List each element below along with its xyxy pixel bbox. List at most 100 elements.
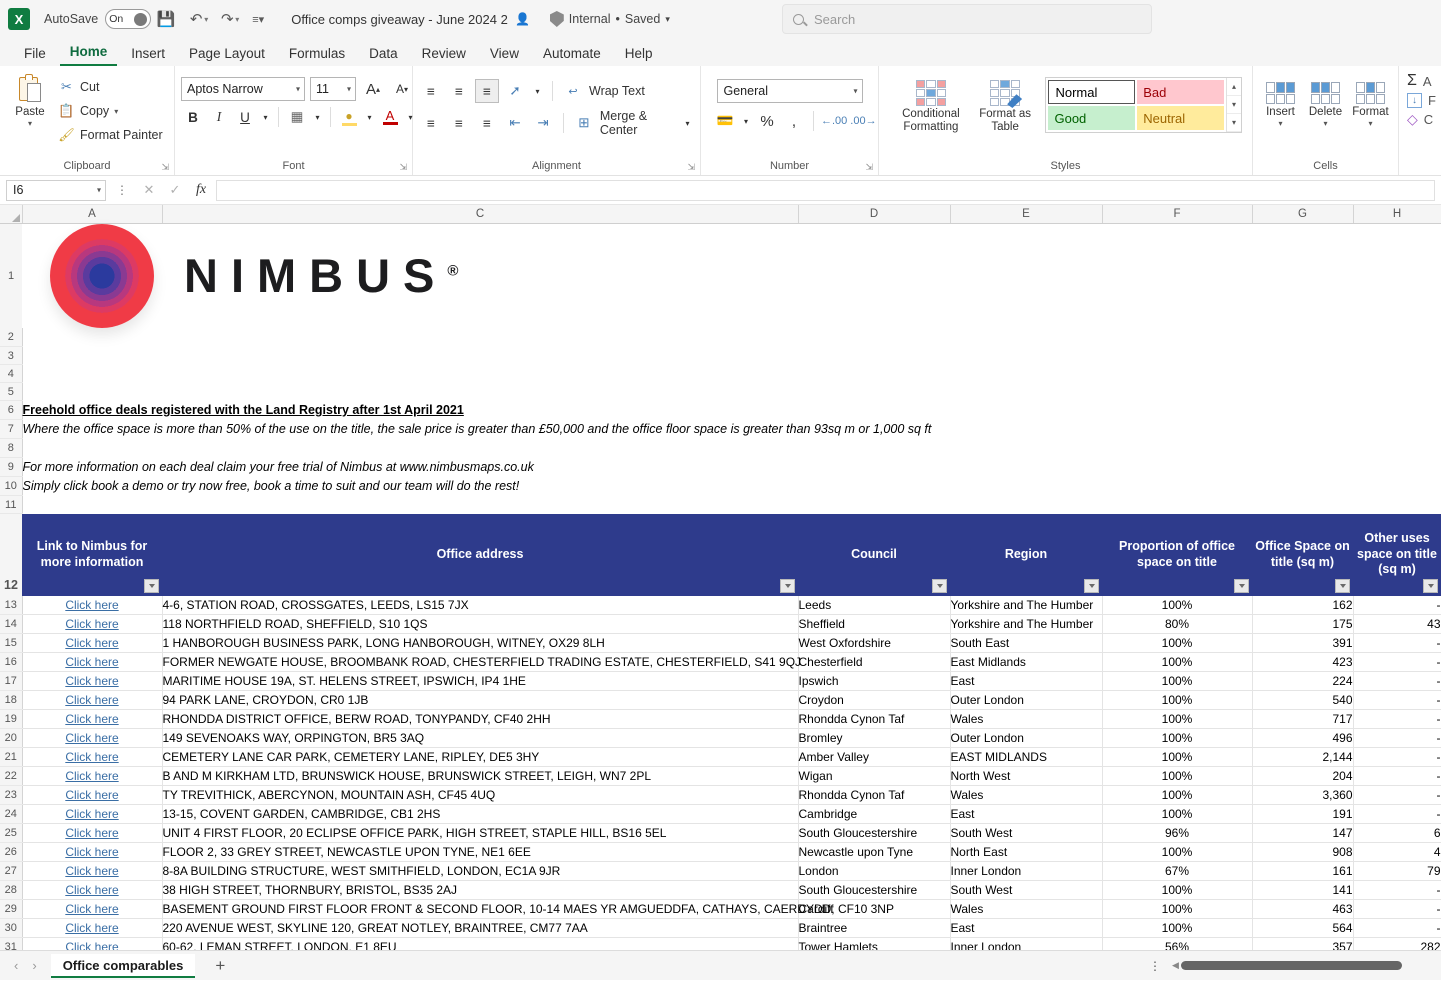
align-center-icon[interactable]: ≡ [447, 111, 471, 135]
cell-region[interactable]: Outer London [950, 728, 1103, 748]
tab-automate[interactable]: Automate [533, 43, 611, 66]
cell-proportion[interactable]: 100% [1102, 842, 1253, 862]
filter-button-council[interactable] [932, 578, 947, 593]
cell-proportion[interactable]: 100% [1102, 652, 1253, 672]
cell-region[interactable]: South East [950, 633, 1103, 653]
decrease-font-size-icon[interactable]: A ▾ [390, 77, 414, 101]
cell-other-uses[interactable]: - [1353, 899, 1441, 919]
borders-chevron-down-icon[interactable]: ▾ [311, 105, 324, 129]
styles-scroll-up-icon[interactable]: ▴ [1227, 78, 1241, 96]
cell-link[interactable]: Click here [22, 785, 163, 805]
table-header-office-space[interactable]: Office Space on title (sq m) [1252, 513, 1353, 596]
accounting-chevron-down-icon[interactable]: ▾ [740, 109, 752, 133]
click-here-link[interactable]: Click here [65, 750, 118, 764]
cell-office-space[interactable]: 908 [1252, 842, 1354, 862]
cell-proportion[interactable]: 100% [1102, 633, 1253, 653]
row-header-12[interactable]: 12 [0, 513, 22, 596]
increase-indent-icon[interactable]: ⇥ [531, 111, 555, 135]
cell-address[interactable]: MARITIME HOUSE 19A, ST. HELENS STREET, I… [162, 671, 799, 691]
cell-address[interactable]: FLOOR 2, 33 GREY STREET, NEWCASTLE UPON … [162, 842, 799, 862]
cell-region[interactable]: Outer London [950, 690, 1103, 710]
cell-office-space[interactable]: 540 [1252, 690, 1354, 710]
insert-chevron-down-icon[interactable]: ▾ [1278, 119, 1282, 128]
click-here-link[interactable]: Click here [65, 788, 118, 802]
row-header-8[interactable]: 8 [0, 438, 23, 458]
cell-council[interactable]: Croydon [798, 690, 951, 710]
row-header-16[interactable]: 16 [0, 652, 23, 672]
align-top-icon[interactable]: ≡ [419, 79, 443, 103]
horizontal-scrollbar[interactable]: ◀ [1172, 960, 1402, 971]
cancel-entry-icon[interactable]: ✕ [138, 182, 160, 198]
cell-office-space[interactable]: 191 [1252, 804, 1354, 824]
row-header-13[interactable]: 13 [0, 595, 23, 615]
cut-button[interactable]: ✂ Cut [54, 75, 167, 99]
filter-button-region[interactable] [1084, 578, 1099, 593]
cell-link[interactable]: Click here [22, 652, 163, 672]
clear-button[interactable]: ◇ C [1407, 111, 1436, 128]
fill-color-chevron-down-icon[interactable]: ▾ [363, 105, 376, 129]
italic-button[interactable]: I [207, 105, 231, 129]
style-neutral[interactable]: Neutral [1137, 106, 1224, 130]
cell-proportion[interactable]: 67% [1102, 861, 1253, 881]
merge-center-button[interactable]: Merge & Center [600, 109, 677, 137]
tab-page-layout[interactable]: Page Layout [179, 43, 275, 66]
click-here-link[interactable]: Click here [65, 674, 118, 688]
column-header-F[interactable]: F [1102, 205, 1253, 224]
font-color-icon[interactable]: A [378, 105, 402, 129]
cell-proportion[interactable]: 100% [1102, 804, 1253, 824]
cell-address[interactable]: 60-62, LEMAN STREET, LONDON, E1 8EU [162, 937, 799, 950]
cell-other-uses[interactable]: - [1353, 652, 1441, 672]
cell-address[interactable]: 118 NORTHFIELD ROAD, SHEFFIELD, S10 1QS [162, 614, 799, 634]
cell-link[interactable]: Click here [22, 728, 163, 748]
tab-view[interactable]: View [480, 43, 529, 66]
cell-link[interactable]: Click here [22, 690, 163, 710]
underline-button[interactable]: U [233, 105, 257, 129]
cell-proportion[interactable]: 80% [1102, 614, 1253, 634]
filter-button-proportion[interactable] [1234, 578, 1249, 593]
cell-other-uses[interactable]: - [1353, 766, 1441, 786]
column-header-H[interactable]: H [1353, 205, 1441, 224]
increase-font-size-icon[interactable]: A ▴ [361, 77, 385, 101]
cell-office-space[interactable]: 147 [1252, 823, 1354, 843]
click-here-link[interactable]: Click here [65, 902, 118, 916]
undo-chevron-down-icon[interactable]: ▾ [204, 15, 208, 24]
tab-formulas[interactable]: Formulas [279, 43, 355, 66]
click-here-link[interactable]: Click here [65, 655, 118, 669]
cell-region[interactable]: North East [950, 842, 1103, 862]
cell-council[interactable]: Braintree [798, 918, 951, 938]
cell-address[interactable]: 4-6, STATION ROAD, CROSSGATES, LEEDS, LS… [162, 595, 799, 615]
align-left-icon[interactable]: ≡ [419, 111, 443, 135]
column-header-E[interactable]: E [950, 205, 1103, 224]
cell-proportion[interactable]: 100% [1102, 747, 1253, 767]
accounting-format-icon[interactable]: 💳 [713, 109, 737, 133]
font-name-select[interactable]: Aptos Narrow ▾ [181, 77, 305, 101]
cell-region[interactable]: East [950, 804, 1103, 824]
row-header-25[interactable]: 25 [0, 823, 23, 843]
orientation-icon[interactable]: ➚ [503, 79, 527, 103]
clipboard-dialog-launcher-icon[interactable]: ⇲ [161, 162, 169, 173]
cell-office-space[interactable]: 224 [1252, 671, 1354, 691]
click-here-link[interactable]: Click here [65, 731, 118, 745]
tab-file[interactable]: File [14, 43, 56, 66]
copy-button[interactable]: 📋 Copy ▾ [54, 99, 167, 123]
cell-other-uses[interactable]: - [1353, 728, 1441, 748]
cell-council[interactable]: Chesterfield [798, 652, 951, 672]
cell-council[interactable]: Ipswich [798, 671, 951, 691]
confirm-entry-icon[interactable]: ✓ [164, 182, 186, 198]
cell-region[interactable]: South West [950, 880, 1103, 900]
cell-link[interactable]: Click here [22, 861, 163, 881]
cell-council[interactable]: Wigan [798, 766, 951, 786]
formula-input[interactable] [216, 179, 1435, 201]
add-sheet-button[interactable]: + [195, 956, 245, 976]
row-header-28[interactable]: 28 [0, 880, 23, 900]
row-header-21[interactable]: 21 [0, 747, 23, 767]
tab-data[interactable]: Data [359, 43, 408, 66]
empty-cell[interactable] [22, 365, 1441, 383]
row-header-9[interactable]: 9 [0, 457, 23, 477]
click-here-link[interactable]: Click here [65, 826, 118, 840]
cell-proportion[interactable]: 56% [1102, 937, 1253, 950]
copy-chevron-down-icon[interactable]: ▾ [114, 107, 118, 116]
format-cells-button[interactable]: Format ▾ [1349, 79, 1392, 128]
column-header-A[interactable]: A [22, 205, 163, 224]
row-header-14[interactable]: 14 [0, 614, 23, 634]
